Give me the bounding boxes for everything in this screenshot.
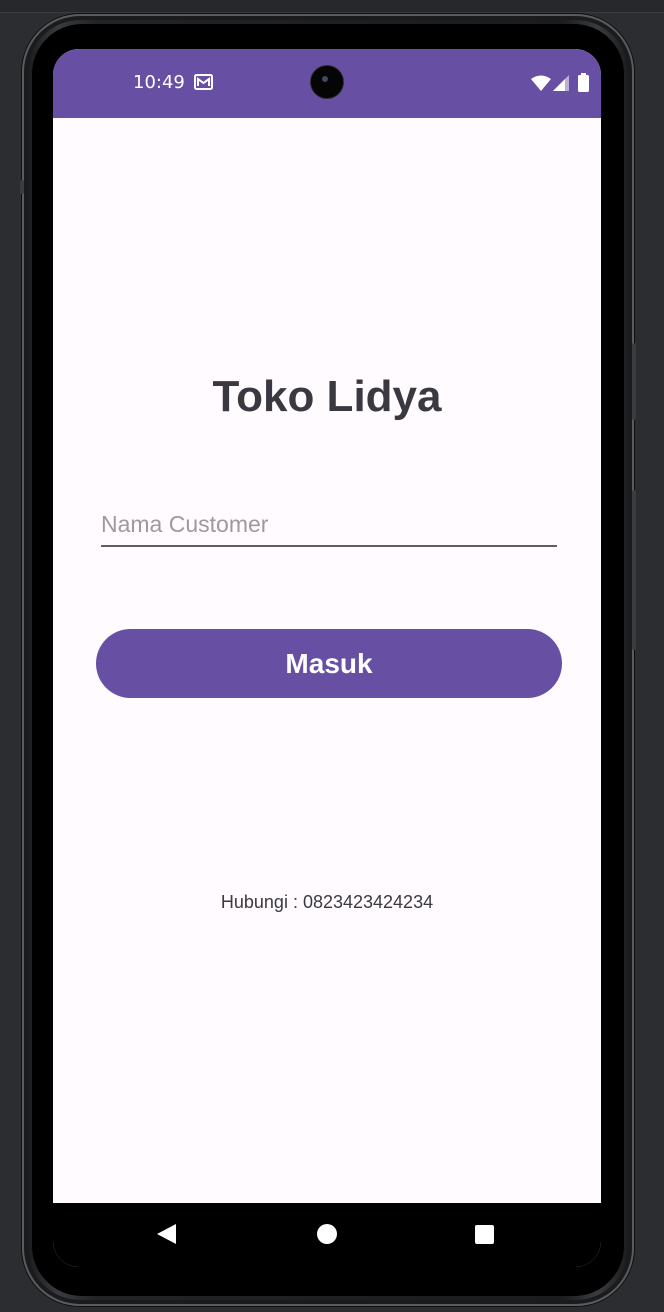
back-icon[interactable] bbox=[157, 1224, 176, 1244]
volume-button bbox=[632, 490, 636, 650]
login-screen: Toko Lidya Masuk Hubungi : 0823423424234 bbox=[53, 118, 601, 1203]
app-title: Toko Lidya bbox=[212, 372, 442, 421]
device-screen: 10:49 Toko Lidya Masuk Hubungi : 0823423… bbox=[53, 49, 601, 1267]
power-button bbox=[632, 343, 636, 420]
recents-icon[interactable] bbox=[475, 1225, 494, 1244]
battery-icon bbox=[578, 73, 589, 92]
status-time: 10:49 bbox=[133, 72, 185, 93]
signal-icon bbox=[553, 75, 569, 91]
contact-text: Hubungi : 0823423424234 bbox=[220, 892, 434, 912]
gmail-icon bbox=[194, 74, 213, 90]
emulator-top-strip bbox=[0, 0, 664, 13]
home-icon[interactable] bbox=[317, 1224, 337, 1244]
device-side-notch bbox=[20, 180, 24, 194]
login-button[interactable]: Masuk bbox=[96, 629, 562, 698]
status-bar: 10:49 bbox=[53, 49, 601, 118]
customer-name-input[interactable] bbox=[101, 503, 557, 547]
front-camera bbox=[311, 66, 343, 98]
navigation-bar bbox=[53, 1203, 601, 1267]
wifi-icon bbox=[531, 75, 551, 91]
